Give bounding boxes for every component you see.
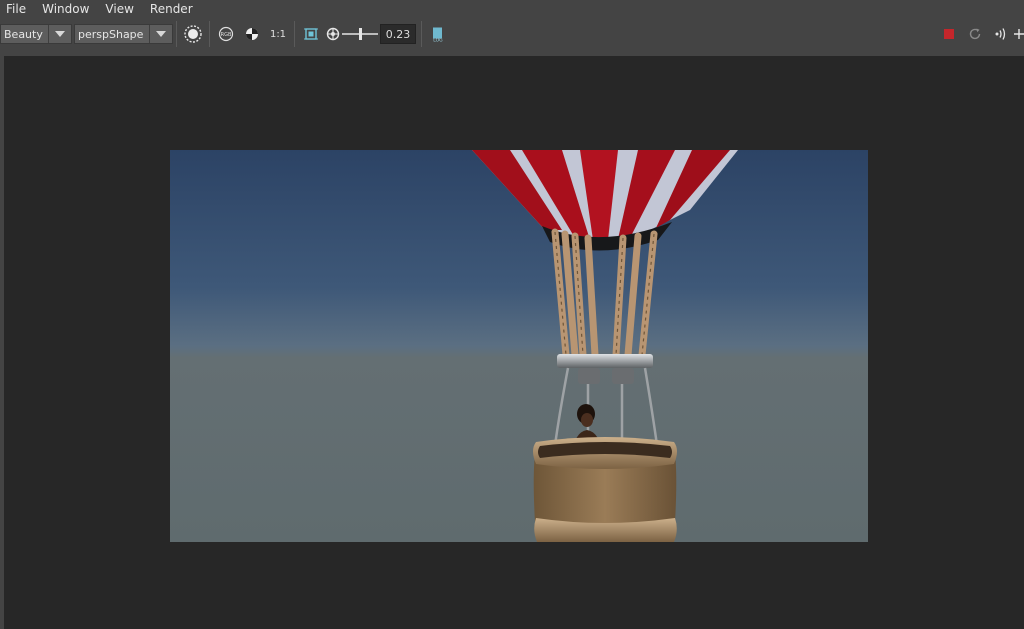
camera-dropdown-label: perspShape [78, 27, 144, 41]
menu-bar: File Window View Render [0, 0, 1024, 18]
right-toolbar [936, 19, 1024, 49]
toolbar-divider [294, 21, 295, 47]
toolbar-divider [421, 21, 422, 47]
ipr-circle-icon[interactable] [180, 22, 206, 46]
menu-file[interactable]: File [0, 1, 34, 17]
pass-dropdown[interactable]: Beauty [0, 24, 72, 44]
svg-text:RGB: RGB [221, 32, 232, 38]
broadcast-icon[interactable] [988, 22, 1014, 46]
slider-handle[interactable] [359, 28, 362, 40]
chevron-down-icon[interactable] [149, 25, 172, 43]
rendered-image [170, 150, 868, 542]
menu-view[interactable]: View [97, 1, 141, 17]
chevron-down-icon[interactable] [48, 25, 71, 43]
toolbar-divider [176, 21, 177, 47]
refresh-icon[interactable] [962, 22, 988, 46]
render-toolbar: Beauty perspShape RGB 1:1 0.23 LOG [0, 19, 1024, 49]
toolbar-divider [209, 21, 210, 47]
render-viewport[interactable] [4, 56, 1024, 629]
camera-dropdown[interactable]: perspShape [74, 24, 173, 44]
crosshair-icon[interactable] [1014, 22, 1024, 46]
rgb-channel-icon[interactable]: RGB [213, 22, 239, 46]
menu-window[interactable]: Window [34, 1, 97, 17]
ratio-label: 1:1 [269, 28, 287, 40]
exposure-value: 0.23 [385, 27, 411, 41]
log-icon[interactable]: LOG [425, 22, 451, 46]
checker-icon[interactable] [239, 22, 265, 46]
stop-render-icon[interactable] [936, 22, 962, 46]
exposure-aperture-icon[interactable] [324, 22, 342, 46]
exposure-value-field[interactable]: 0.23 [380, 24, 416, 44]
menu-render[interactable]: Render [142, 1, 201, 17]
exposure-slider[interactable] [342, 26, 378, 42]
frame-region-icon[interactable] [298, 22, 324, 46]
pass-dropdown-label: Beauty [4, 27, 43, 41]
ratio-button[interactable]: 1:1 [265, 22, 291, 46]
svg-text:LOG: LOG [433, 38, 443, 43]
